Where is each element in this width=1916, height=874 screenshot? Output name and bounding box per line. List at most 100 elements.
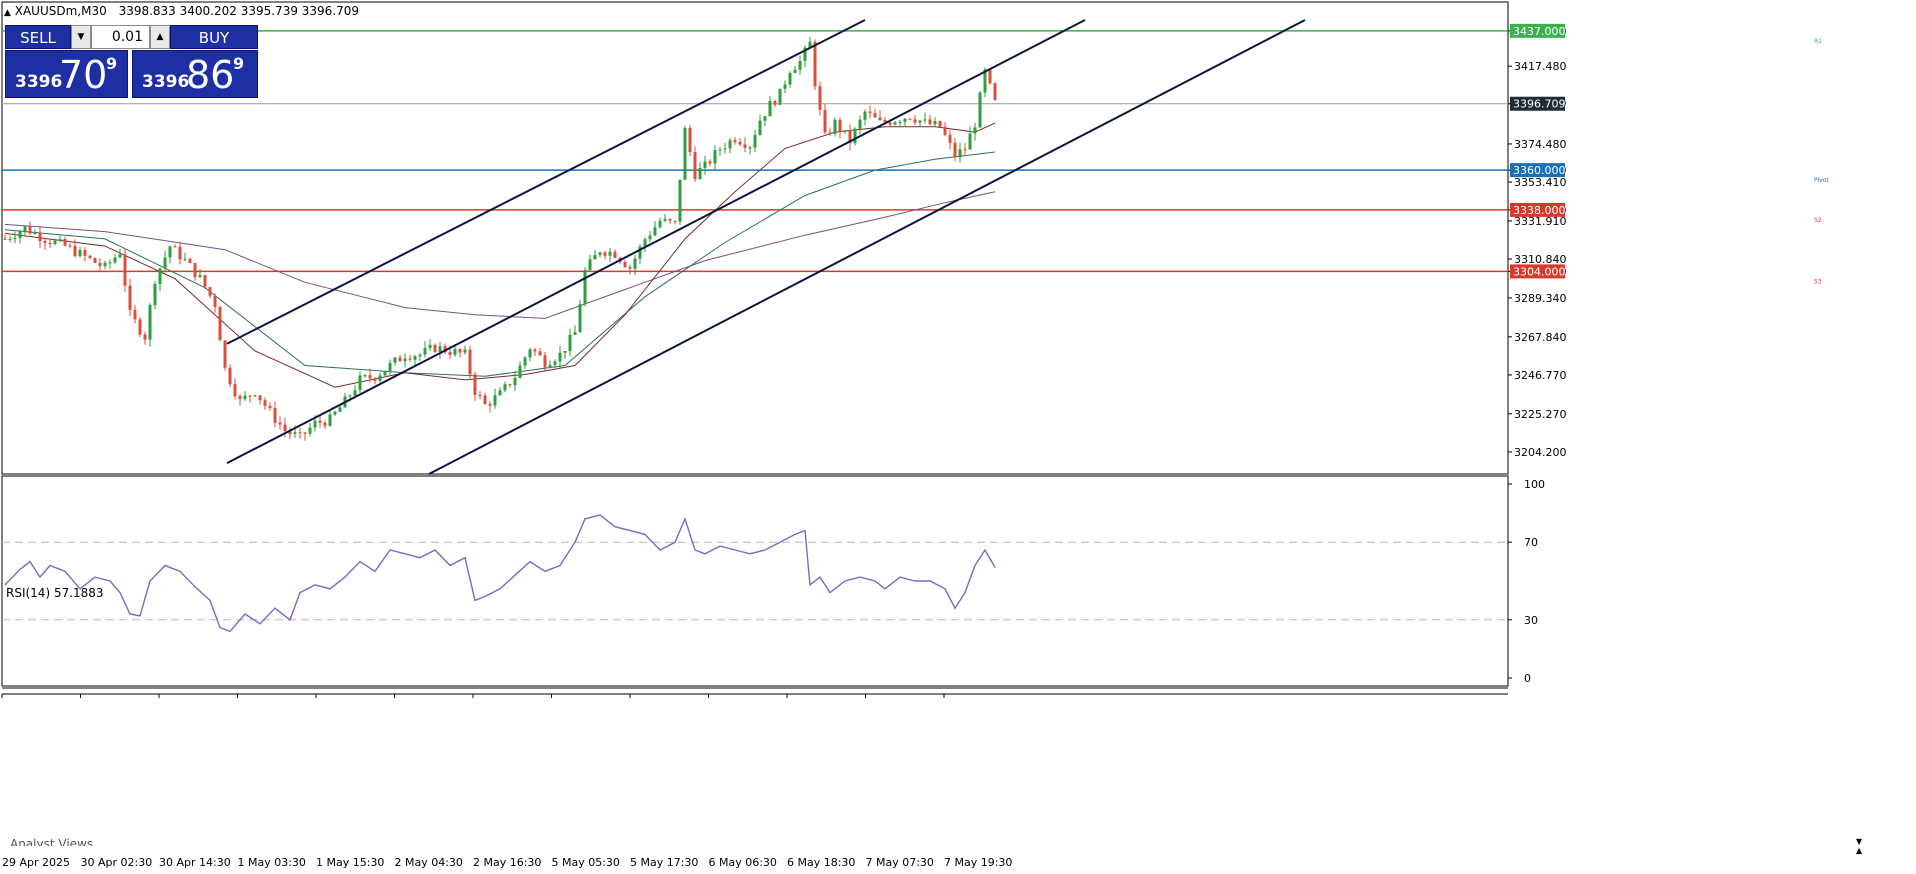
level-name: Pivot (1814, 177, 1829, 184)
rsi-panel-frame (1, 475, 1509, 687)
candle-body (278, 422, 282, 425)
candle-body (88, 255, 92, 259)
candle-body (493, 395, 497, 406)
candle-body (113, 257, 117, 263)
analyst-views-label[interactable]: Analyst Views (10, 838, 93, 846)
buy-price-prefix: 3396 (142, 72, 190, 92)
candle-body (13, 238, 17, 240)
candle-body (753, 134, 757, 148)
candle-body (838, 119, 842, 132)
candle-body (228, 367, 232, 385)
candle-body (268, 405, 272, 409)
candle-body (468, 349, 472, 375)
x-tick-label: 30 Apr 14:30 (159, 856, 231, 869)
ma-fast-line (4, 122, 996, 388)
candle-body (708, 161, 712, 164)
candle-body (163, 257, 167, 269)
candle-body (308, 427, 312, 434)
x-tick-label: 7 May 19:30 (944, 856, 1012, 869)
candle-body (528, 349, 532, 358)
x-tick-label: 1 May 03:30 (238, 856, 306, 869)
candle-body (358, 375, 362, 391)
current-price-label: 3396.709 (1513, 98, 1566, 111)
candle-body (33, 232, 37, 234)
candle-body (138, 319, 142, 335)
candle-body (523, 357, 527, 366)
candle-body (833, 119, 837, 134)
candle-body (58, 239, 62, 241)
x-tick-label: 1 May 15:30 (316, 856, 384, 869)
candle-body (28, 226, 32, 234)
candle-body (913, 119, 917, 123)
candle-body (473, 374, 477, 395)
candle-body (503, 384, 507, 391)
candle-body (373, 378, 377, 381)
candle-body (943, 126, 947, 135)
candle-body (353, 390, 357, 396)
candle-body (3, 238, 7, 240)
level-tag-label: 3304.000 (1513, 265, 1566, 278)
candle-body (763, 116, 767, 121)
candle-body (323, 422, 327, 426)
y-tick-label: 3289.340 (1514, 292, 1567, 305)
level-tag-label: 3338.000 (1513, 204, 1566, 217)
candle-body (408, 358, 412, 360)
candle-body (768, 101, 772, 117)
candle-body (828, 132, 832, 134)
candle-body (218, 306, 222, 341)
level-tag-label: 3360.000 (1513, 164, 1566, 177)
candle-body (488, 404, 492, 406)
candle-body (918, 120, 922, 123)
y-tick-label: 3267.840 (1514, 331, 1567, 344)
candle-body (878, 117, 882, 120)
candle-body (248, 395, 252, 397)
candle-body (168, 246, 172, 258)
candle-body (173, 246, 177, 248)
candle-body (433, 344, 437, 352)
x-tick-label: 29 Apr 2025 (2, 856, 70, 869)
candle-body (933, 121, 937, 125)
candle-body (213, 295, 217, 307)
candle-body (863, 111, 867, 120)
candle-body (643, 239, 647, 247)
candle-body (683, 127, 687, 180)
candle-body (18, 231, 22, 239)
candle-body (868, 111, 872, 114)
candle-body (388, 362, 392, 371)
lot-increase-arrow-icon[interactable]: ▲ (150, 25, 170, 49)
sell-quote[interactable]: 3396 70 9 (5, 50, 128, 98)
candle-body (633, 258, 637, 269)
sell-button[interactable]: SELL (5, 25, 71, 49)
lot-size-input[interactable]: 0.01 (91, 25, 150, 49)
candle-body (118, 254, 122, 258)
rsi-line (4, 514, 996, 633)
y-tick-label: 3417.480 (1514, 60, 1567, 73)
chart-area[interactable]: 3437.000 3417.480 3396.709 3374.480 3360.000… (0, 0, 1916, 874)
candle-body (273, 408, 277, 423)
candle-body (548, 364, 552, 368)
candle-body (713, 150, 717, 164)
candle-body (648, 235, 652, 240)
y-tick-label: 3310.840 (1514, 253, 1567, 266)
buy-price-pip: 9 (233, 54, 245, 73)
candle-body (948, 134, 952, 143)
buy-button[interactable]: BUY (170, 25, 258, 49)
candle-body (693, 152, 697, 179)
lot-decrease-arrow-icon[interactable]: ▼ (71, 25, 91, 49)
candle-body (513, 377, 517, 386)
candle-body (788, 72, 792, 85)
level-tag-label: 3437.000 (1513, 25, 1566, 38)
candle-body (68, 245, 72, 247)
candle-body (63, 239, 67, 246)
candle-body (243, 395, 247, 400)
level-name: S2 (1814, 217, 1822, 224)
buy-quote[interactable]: 3396 86 9 (132, 50, 258, 98)
candle-body (508, 384, 512, 386)
rsi-tick-label: 70 (1524, 536, 1538, 549)
candle-body (733, 140, 737, 143)
candle-body (428, 344, 432, 349)
candle-body (283, 424, 287, 432)
candle-body (518, 365, 522, 378)
sell-price-prefix: 3396 (15, 72, 63, 92)
collapse-triangle-icon[interactable]: ▲ (4, 8, 11, 18)
